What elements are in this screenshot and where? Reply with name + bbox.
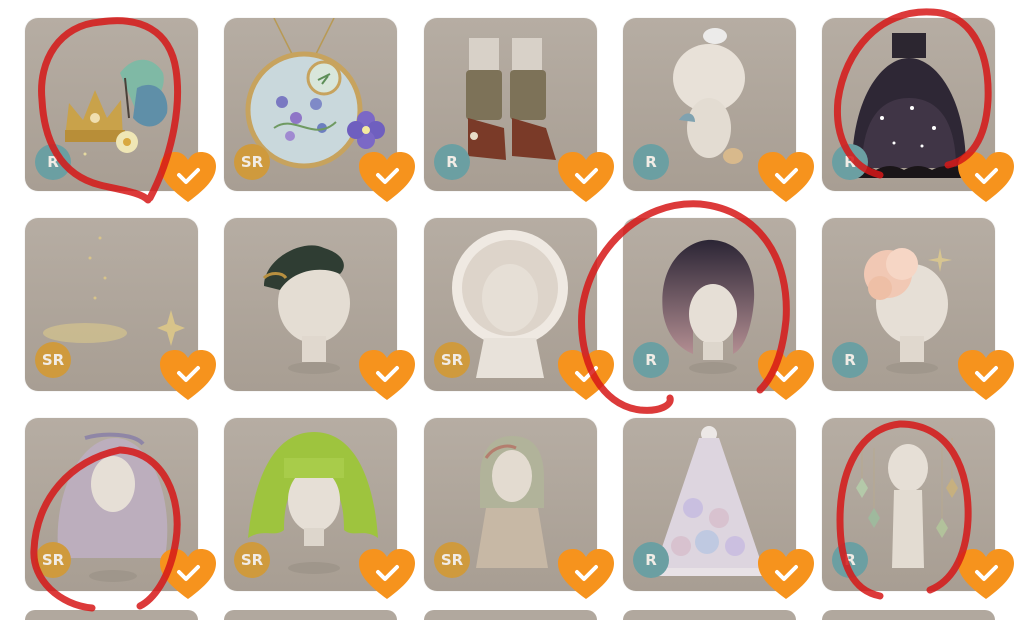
owned-heart-check-icon[interactable] [556,150,616,204]
next-row-card-edge [822,610,995,620]
rarity-badge: SR [35,342,71,378]
owned-heart-check-icon[interactable] [956,348,1016,402]
rarity-badge: R [633,144,669,180]
owned-heart-check-icon[interactable] [158,348,218,402]
rarity-badge: R [832,542,868,578]
owned-heart-check-icon[interactable] [357,547,417,601]
rarity-badge: R [633,342,669,378]
owned-heart-check-icon[interactable] [357,348,417,402]
owned-heart-check-icon[interactable] [756,348,816,402]
owned-heart-check-icon[interactable] [158,547,218,601]
rarity-badge: SR [234,542,270,578]
owned-heart-check-icon[interactable] [357,150,417,204]
next-row-card-edge [424,610,597,620]
rarity-badge: SR [234,144,270,180]
rarity-badge: R [832,144,868,180]
owned-heart-check-icon[interactable] [956,547,1016,601]
rarity-badge: SR [35,542,71,578]
next-row-card-edge [25,610,198,620]
wardrobe-item-grid: R SR R R R SR SR R R SR SR SR R R [0,0,1024,620]
owned-heart-check-icon[interactable] [556,348,616,402]
owned-heart-check-icon[interactable] [956,150,1016,204]
rarity-badge: R [35,144,71,180]
rarity-badge: SR [434,542,470,578]
rarity-badge: R [434,144,470,180]
next-row-card-edge [623,610,796,620]
owned-heart-check-icon[interactable] [158,150,218,204]
next-row-card-edge [224,610,397,620]
owned-heart-check-icon[interactable] [556,547,616,601]
owned-heart-check-icon[interactable] [756,150,816,204]
owned-heart-check-icon[interactable] [756,547,816,601]
rarity-badge: SR [434,342,470,378]
rarity-badge: R [633,542,669,578]
rarity-badge: R [832,342,868,378]
